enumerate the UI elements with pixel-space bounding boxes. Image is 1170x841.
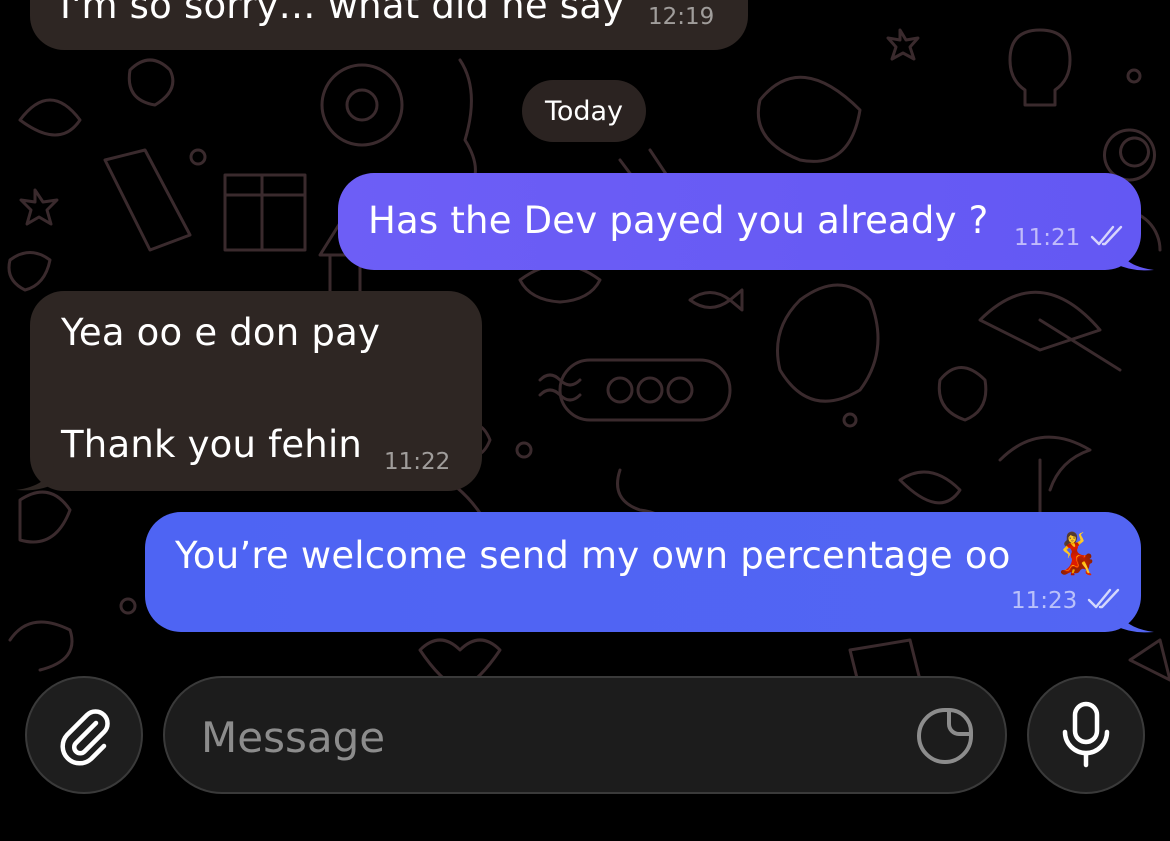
microphone-icon <box>1062 701 1110 768</box>
message-input-container[interactable] <box>163 676 1007 794</box>
message-text-line: Yea oo e don pay <box>61 311 381 354</box>
voice-record-button[interactable] <box>1027 676 1145 794</box>
bubble-tail <box>16 464 54 491</box>
message-text-line: Thank you fehin <box>61 423 363 466</box>
message-bubble-outgoing[interactable]: You’re welcome send my own percentage oo… <box>145 512 1141 632</box>
message-time: 12:19 <box>648 4 715 30</box>
message-bubble-outgoing[interactable]: Has the Dev payed you already ? 11:21 <box>338 173 1141 270</box>
message-text: Has the Dev payed you already ? <box>368 199 989 242</box>
message-bubble-incoming[interactable]: I'm so sorry… what did he say 12:19 <box>30 0 748 50</box>
sticker-icon[interactable] <box>913 704 977 768</box>
date-divider: Today <box>522 80 646 142</box>
message-time: 11:23 <box>1011 588 1078 614</box>
message-text: I'm so sorry… what did he say <box>60 0 625 27</box>
attach-button[interactable] <box>25 676 143 794</box>
message-time: 11:21 <box>1014 225 1081 251</box>
message-bubble-incoming[interactable]: Yea oo e don pay Thank you fehin 11:22 <box>30 291 482 491</box>
bubble-tail <box>1116 606 1154 633</box>
message-text: You’re welcome send my own percentage oo <box>175 534 1011 577</box>
message-input[interactable] <box>199 702 903 772</box>
paperclip-icon <box>60 709 110 766</box>
message-time: 11:22 <box>384 449 451 475</box>
bubble-tail <box>1116 244 1154 271</box>
dancer-emoji: 💃 <box>1051 531 1102 577</box>
